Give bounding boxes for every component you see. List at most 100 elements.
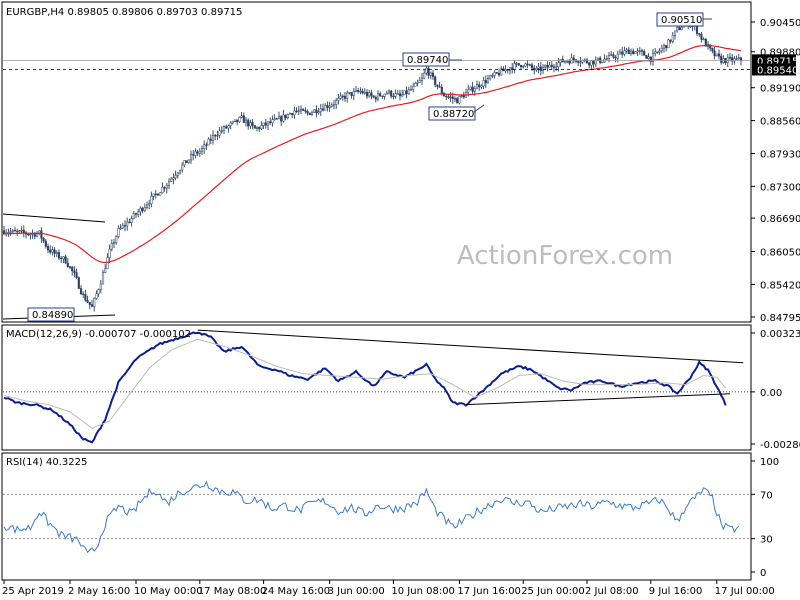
candle-body [385, 92, 388, 95]
candle-body [163, 187, 166, 189]
candle-body [159, 192, 162, 196]
price-y-tick-label: 0.84795 [760, 313, 800, 324]
candle-body [288, 113, 292, 115]
candle-body [282, 114, 285, 122]
candle-body [513, 63, 516, 71]
candle-body [209, 138, 212, 141]
candle-body [376, 93, 380, 100]
price-y-tick-label: 0.86690 [760, 214, 800, 225]
candle-body [172, 177, 175, 180]
candle-body [18, 230, 21, 232]
candle-body [423, 72, 426, 79]
candle-body [90, 304, 94, 307]
candle-body [16, 230, 19, 233]
candle-body [115, 236, 118, 243]
candle-body [291, 113, 294, 116]
candle-body [390, 90, 393, 97]
candle-body [438, 86, 441, 88]
candle-body [178, 169, 182, 174]
candle-body [266, 121, 270, 126]
candle-body [46, 246, 50, 251]
candle-body [350, 92, 353, 96]
candle-body [671, 35, 674, 42]
candle-body [308, 112, 311, 116]
candle-body [273, 118, 276, 120]
candle-body [526, 63, 529, 65]
candle-body [77, 277, 80, 289]
candle-body [491, 75, 494, 77]
annotation-label: 0.84890 [32, 310, 73, 321]
candle-body [86, 300, 89, 303]
candle-body [416, 82, 419, 84]
candle-body [359, 90, 362, 93]
candle-body [299, 108, 303, 112]
candle-body [484, 80, 487, 84]
candle-body [165, 185, 168, 189]
candle-body [451, 96, 454, 99]
x-tick-label: 9 Jul 16:00 [649, 586, 703, 597]
candle-body [71, 266, 74, 272]
price-y-tick-label: 0.89190 [760, 84, 800, 95]
candle-body [405, 90, 408, 94]
candle-body [335, 100, 338, 105]
candle-body [293, 110, 296, 116]
price-y-tick-label: 0.90450 [760, 18, 800, 29]
watermark: ActionForex.com [457, 241, 673, 271]
rsi-y-tick-label: 70 [760, 490, 773, 501]
candle-body [638, 50, 641, 52]
candle-body [198, 150, 201, 154]
candle-body [132, 213, 135, 219]
candle-body [27, 233, 30, 236]
candle-body [66, 262, 69, 267]
candle-body [271, 119, 274, 124]
candle-body [654, 51, 657, 54]
candle-body [13, 229, 17, 232]
candle-body [348, 92, 351, 94]
candle-body [504, 69, 507, 72]
candle-body [656, 51, 659, 53]
candle-body [645, 55, 648, 59]
candle-body [99, 283, 102, 290]
candle-body [196, 151, 199, 154]
candle-body [370, 92, 373, 97]
candle-body [431, 72, 435, 78]
price-title: EURGBP,H4 0.89805 0.89806 0.89703 0.8971… [6, 7, 242, 18]
candle-body [253, 125, 256, 129]
candle-body [596, 57, 600, 61]
candle-body [339, 95, 342, 99]
candle-body [255, 127, 259, 129]
candle-body [412, 86, 415, 90]
candle-body [717, 53, 721, 57]
candle-body [572, 57, 575, 60]
candle-body [473, 88, 476, 92]
x-tick-label: 17 May 08:00 [198, 586, 267, 597]
candle-body [73, 270, 76, 273]
candle-body [352, 91, 355, 96]
candle-body [295, 110, 298, 112]
candle-body [612, 54, 615, 58]
candle-body [185, 160, 188, 163]
candle-body [715, 53, 718, 57]
candle-body [535, 68, 538, 71]
rsi-title: RSI(14) 40.3225 [6, 457, 87, 468]
candle-body [392, 95, 395, 98]
candle-body [590, 60, 593, 66]
candle-body [401, 94, 404, 97]
candle-body [735, 58, 738, 60]
candle-body [161, 187, 164, 193]
candle-body [40, 230, 43, 239]
candle-body [317, 111, 320, 114]
candle-body [75, 272, 78, 278]
candle-body [126, 221, 129, 227]
candle-body [563, 61, 567, 63]
candle-body [101, 272, 105, 285]
candle-body [108, 248, 111, 259]
candle-body [394, 93, 397, 97]
candle-body [623, 50, 626, 55]
candle-body [154, 193, 157, 195]
candle-body [618, 51, 622, 55]
candle-body [110, 243, 113, 250]
candle-body [539, 66, 542, 72]
candle-body [84, 294, 87, 301]
level-label: 0.89540 [757, 65, 798, 76]
